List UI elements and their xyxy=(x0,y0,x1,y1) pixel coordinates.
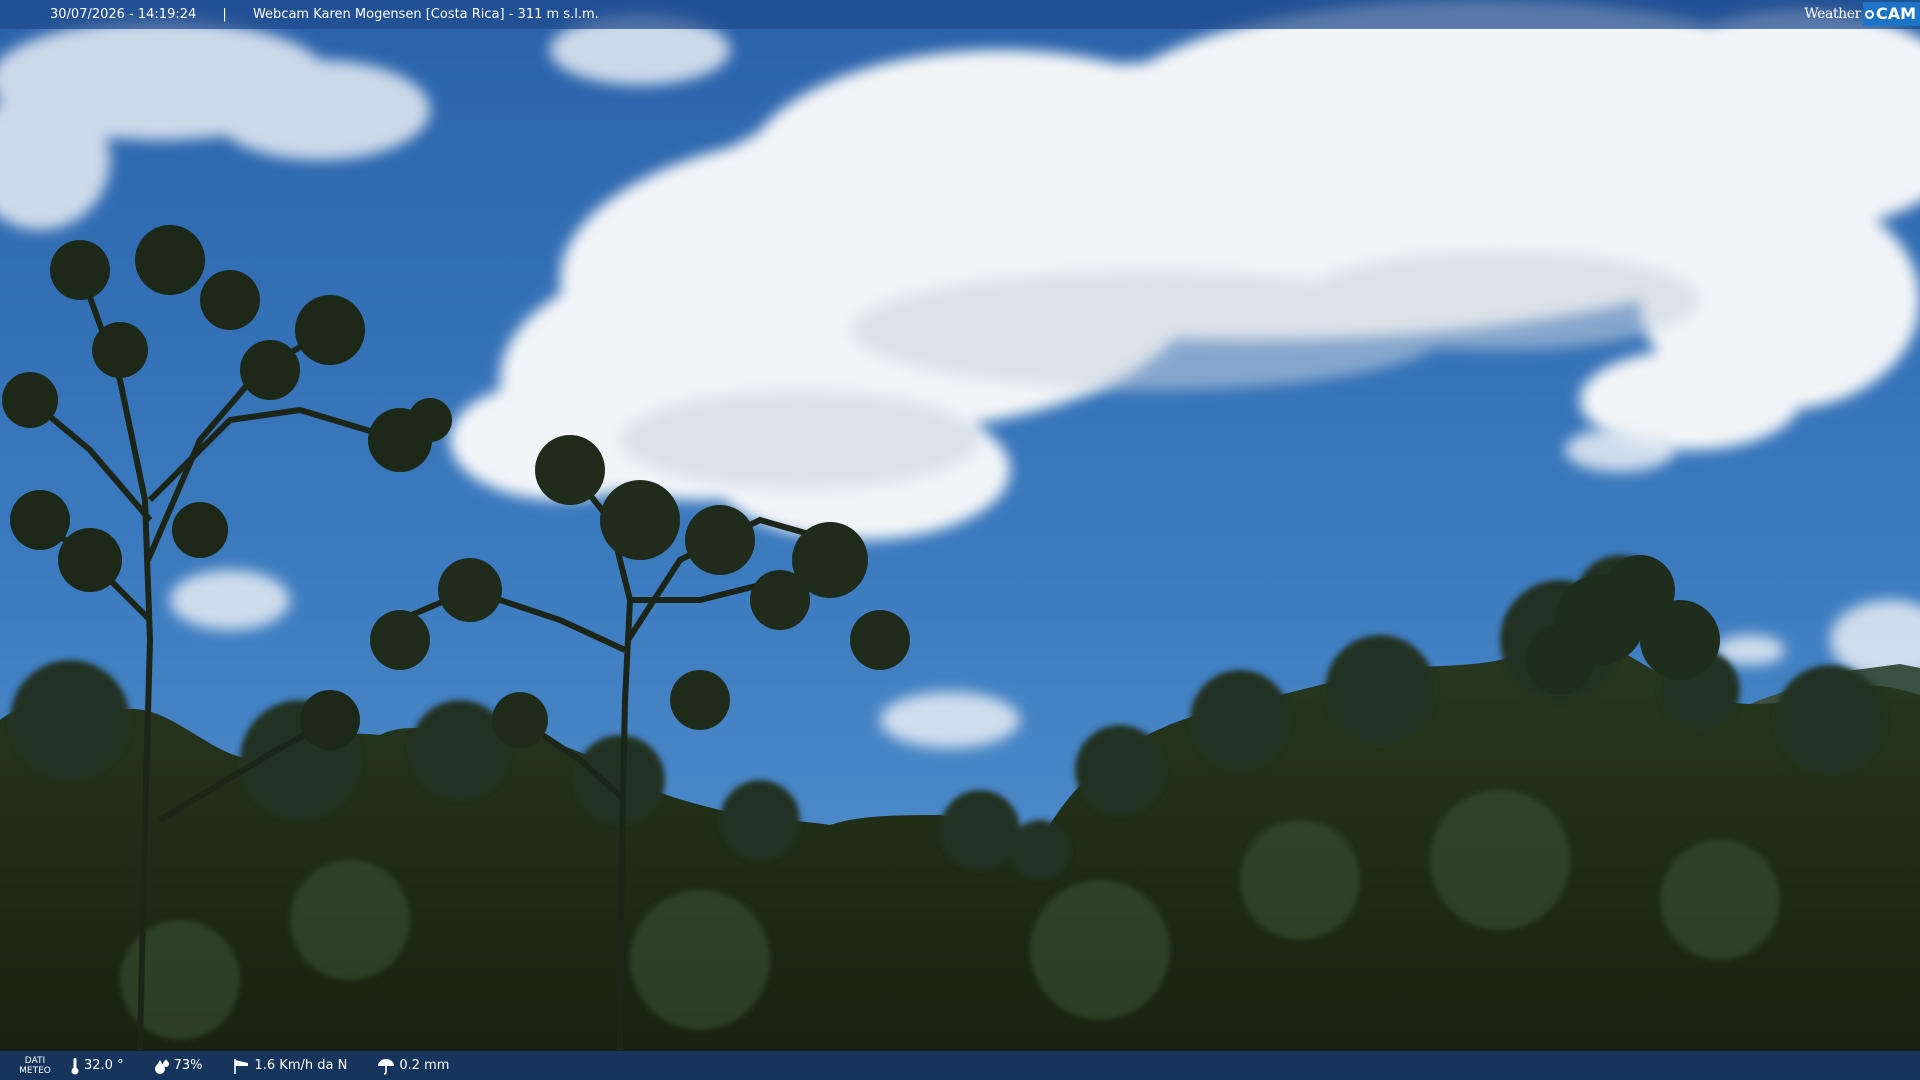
header-separator: | xyxy=(222,7,227,22)
humidity-drop-icon xyxy=(154,1058,169,1074)
humidity-value: 73% xyxy=(173,1058,203,1073)
logo-cam-text: CAM xyxy=(1875,4,1916,23)
weathercam-logo: Weather CAM xyxy=(1804,2,1920,26)
webcam-frame: 30/07/2026 - 14:19:24 | Webcam Karen Mog… xyxy=(0,0,1920,1080)
dati-label-line1: DATI xyxy=(24,1055,46,1066)
temperature-value: 32.0 ° xyxy=(84,1058,124,1073)
logo-weather-text: Weather xyxy=(1804,5,1861,22)
dati-meteo-label: DATI METEO xyxy=(0,1056,70,1076)
thermometer-icon xyxy=(71,1057,79,1074)
rain-umbrella-icon xyxy=(378,1058,395,1075)
rain-reading: 0.2 mm xyxy=(377,1057,449,1075)
logo-cam-box: CAM xyxy=(1862,2,1920,26)
temperature-reading: 32.0 ° xyxy=(70,1057,124,1075)
dati-label-line2: METEO xyxy=(19,1065,51,1076)
datetime-text: 30/07/2026 - 14:19:24 xyxy=(50,7,197,22)
humidity-reading: 73% xyxy=(154,1058,203,1074)
webcam-image xyxy=(0,0,1920,1080)
wind-sock-icon xyxy=(234,1058,249,1074)
wind-reading: 1.6 Km/h da N xyxy=(232,1057,347,1075)
rain-value: 0.2 mm xyxy=(399,1058,450,1073)
top-info-bar: 30/07/2026 - 14:19:24 | Webcam Karen Mog… xyxy=(0,0,1920,29)
meteo-bar: DATI METEO 32.0 ° 73% 1.6 Km/h da N 0.2 … xyxy=(0,1051,1920,1080)
wind-value: 1.6 Km/h da N xyxy=(254,1058,348,1073)
logo-dot-icon xyxy=(1864,9,1874,19)
webcam-title: Webcam Karen Mogensen [Costa Rica] - 311… xyxy=(252,7,599,22)
